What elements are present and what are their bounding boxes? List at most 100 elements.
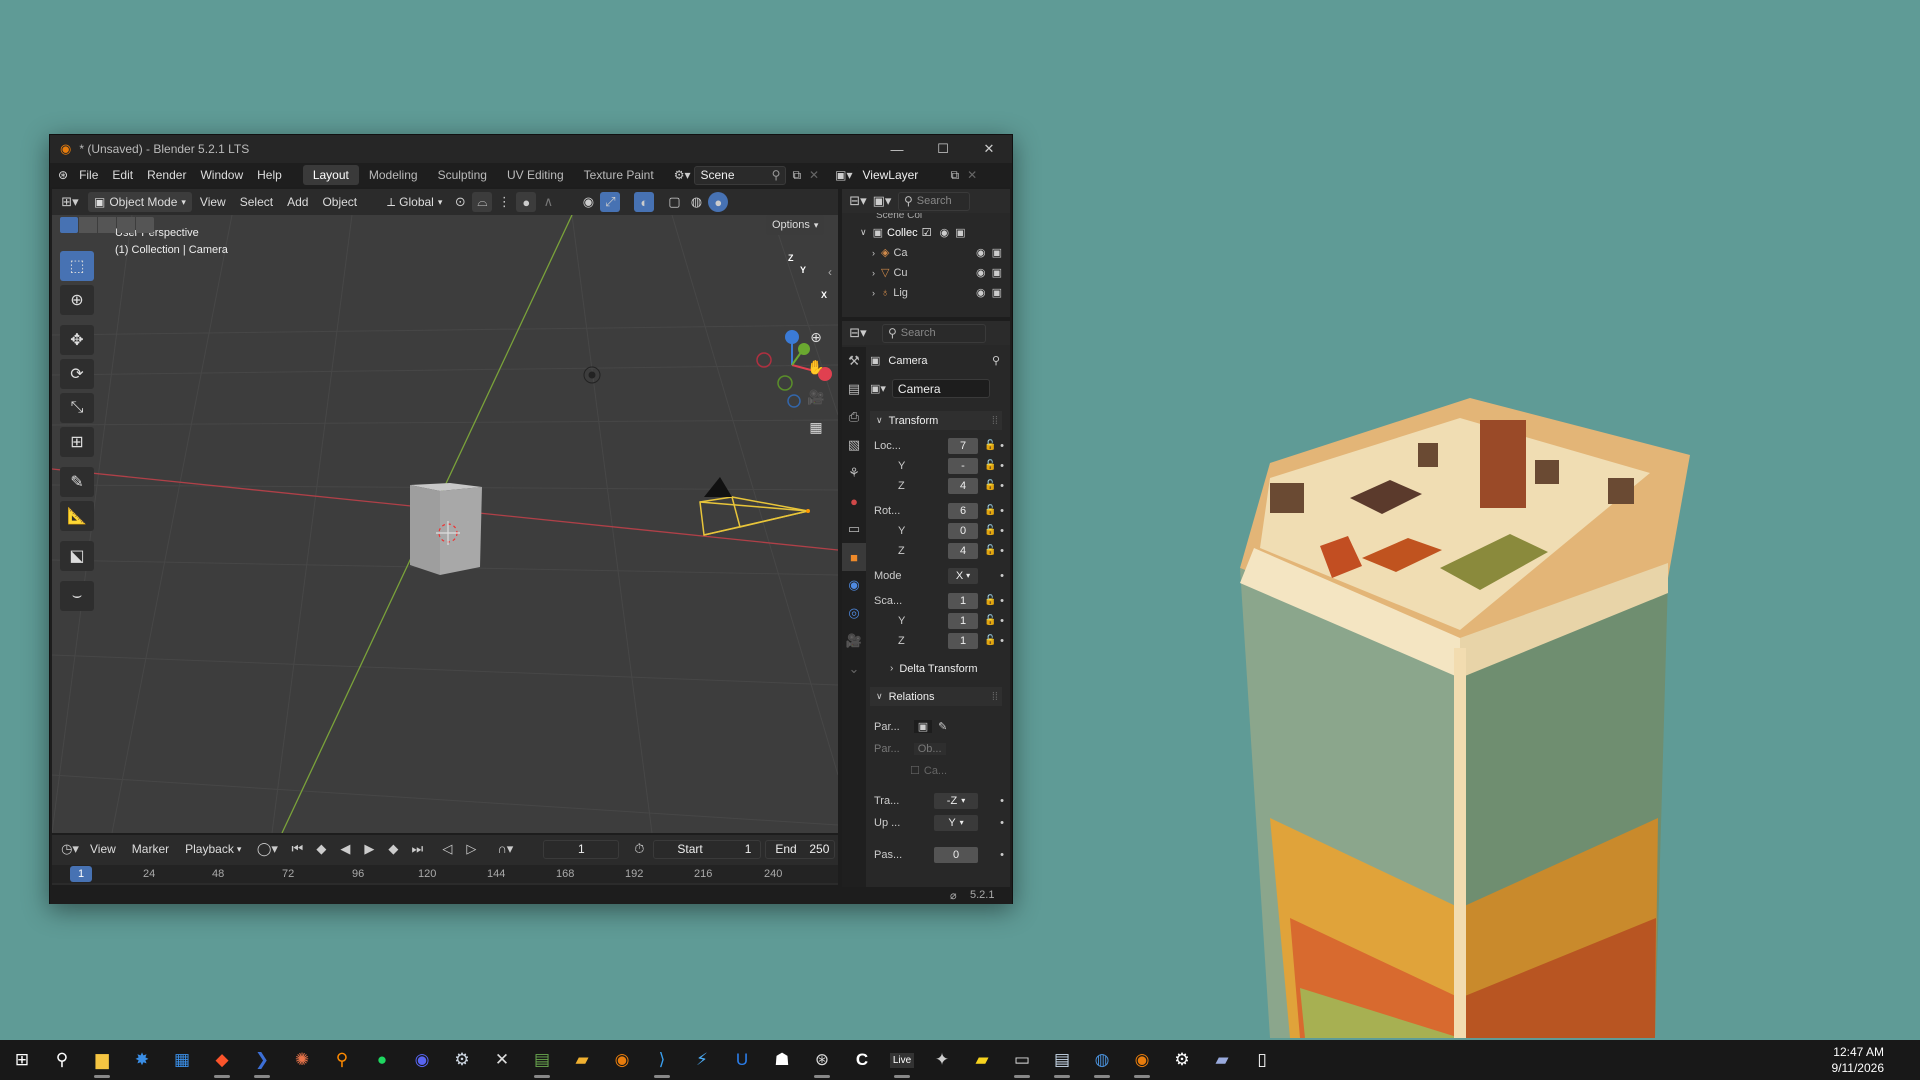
modifier-tab-icon[interactable]: ◉ <box>842 571 866 599</box>
remove-scene-icon[interactable]: ✕ <box>809 168 819 182</box>
pass-index-field[interactable]: 0 <box>934 846 978 863</box>
proportional-edit-icon[interactable]: ● <box>516 192 537 212</box>
taskbar-brave[interactable]: ◆ <box>202 1040 242 1080</box>
track-axis-dropdown[interactable]: -Z ▾ <box>934 792 978 809</box>
annotate-tool[interactable]: ✎ <box>60 467 94 497</box>
keyframe-dot-icon[interactable]: • <box>996 817 1008 829</box>
menu-help[interactable]: Help <box>250 168 289 182</box>
checkbox-icon[interactable]: ☐ <box>910 764 920 777</box>
taskbar-notepad[interactable]: ▯ <box>1242 1040 1282 1080</box>
taskbar-app[interactable]: ✦ <box>922 1040 962 1080</box>
tab-layout[interactable]: Layout <box>302 165 359 185</box>
timeline-menu-view[interactable]: View <box>84 839 122 859</box>
eye-icon[interactable]: ◉ <box>976 286 986 299</box>
wireframe-shading-icon[interactable]: ◍ <box>686 192 706 212</box>
close-button[interactable]: ✕ <box>966 135 1012 163</box>
taskbar-powershell[interactable]: ❯ <box>242 1040 282 1080</box>
lock-icon[interactable]: 🔓 <box>984 525 996 536</box>
taskbar-file-explorer[interactable]: ▆ <box>82 1040 122 1080</box>
taskbar-app[interactable]: ⊛ <box>802 1040 842 1080</box>
visibility-icon[interactable]: ◉ <box>578 192 598 212</box>
physics-tab-icon[interactable]: ◎ <box>842 599 866 627</box>
delta-transform-header[interactable]: › Delta Transform <box>870 659 1008 678</box>
prev-keyframe-icon[interactable]: ◆ <box>311 839 331 859</box>
object-data-row[interactable]: ▣▾ Camera <box>870 379 1008 398</box>
taskbar-spotify[interactable]: ● <box>362 1040 402 1080</box>
select-subtract-icon[interactable] <box>98 217 116 233</box>
lock-icon[interactable]: 🔓 <box>984 615 996 626</box>
lock-icon[interactable]: 🔓 <box>984 595 996 606</box>
tool-tab-icon[interactable]: ⚒ <box>842 347 866 375</box>
current-frame-field[interactable]: 1 <box>543 839 620 859</box>
taskbar-app[interactable]: ▦ <box>162 1040 202 1080</box>
taskbar-blender-2[interactable]: ◉ <box>1122 1040 1162 1080</box>
keyframe-dot-icon[interactable]: • <box>996 440 1008 452</box>
eye-icon[interactable]: ◉ <box>976 246 986 259</box>
snap-icon[interactable]: ⌓ <box>472 192 493 212</box>
taskbar-app[interactable]: ▰ <box>1202 1040 1242 1080</box>
jump-start-icon[interactable]: ⏮ <box>287 839 307 859</box>
taskbar-app[interactable]: ☗ <box>762 1040 802 1080</box>
start-button[interactable]: ⊞ <box>2 1040 42 1080</box>
scene-tab-icon[interactable]: ⚘ <box>842 459 866 487</box>
tab-modeling[interactable]: Modeling <box>359 165 428 185</box>
move-tool[interactable]: ✥ <box>60 325 94 355</box>
location-z-field[interactable]: 4 <box>948 477 978 494</box>
keyframe-dot-icon[interactable]: • <box>996 505 1008 517</box>
viewlayer-field[interactable]: ViewLayer <box>856 165 949 185</box>
menu-render[interactable]: Render <box>140 168 193 182</box>
select-intersect-icon[interactable] <box>136 217 154 233</box>
keyframe-dot-icon[interactable]: • <box>996 595 1008 607</box>
tab-sculpting[interactable]: Sculpting <box>428 165 497 185</box>
frame-ruler[interactable]: 1 24 48 72 96 120 144 168 192 216 240 <box>52 865 838 883</box>
keyframe-dot-icon[interactable]: • <box>996 849 1008 861</box>
timeline-editor-icon[interactable]: ◷▾ <box>60 839 80 859</box>
chevron-right-icon[interactable]: › <box>872 268 875 278</box>
object-name-field[interactable]: Camera <box>891 379 990 398</box>
render-camera-icon[interactable]: ▣ <box>955 226 965 239</box>
lock-icon[interactable]: 🔓 <box>984 545 996 556</box>
chevron-right-icon[interactable]: › <box>872 288 875 298</box>
taskbar-app[interactable]: C <box>842 1040 882 1080</box>
outliner-row-camera[interactable]: › ◈ Ca ◉ ▣ <box>842 243 1008 262</box>
menu-select[interactable]: Select <box>234 192 279 212</box>
object-tab-icon[interactable]: ■ <box>842 543 866 571</box>
rotation-mode-dropdown[interactable]: X ▾ <box>948 567 978 584</box>
taskbar-blender[interactable]: ◉ <box>602 1040 642 1080</box>
keyframe-dot-icon[interactable]: • <box>996 460 1008 472</box>
minimize-button[interactable]: — <box>874 135 920 163</box>
select-new-icon[interactable] <box>60 217 78 233</box>
rotation-y-field[interactable]: 0 <box>948 522 978 539</box>
taskbar-vscode[interactable]: ⟩ <box>642 1040 682 1080</box>
snap-target-icon[interactable]: ⋮ <box>494 192 514 212</box>
scale-tool[interactable]: ⤡ <box>60 393 94 423</box>
timeline-menu-playback[interactable]: Playback ▾ <box>179 839 247 859</box>
checkbox-icon[interactable]: ☑ <box>922 226 932 239</box>
taskbar-search[interactable]: ⚲ <box>42 1040 82 1080</box>
taskbar-app[interactable]: U <box>722 1040 762 1080</box>
lock-icon[interactable]: 🔓 <box>984 635 996 646</box>
outliner-row-light[interactable]: › ♁ Lig ◉ ▣ <box>842 283 1008 302</box>
up-axis-dropdown[interactable]: Y ▾ <box>934 814 978 831</box>
relations-panel-header[interactable]: ∨ Relations ⁞⁞ <box>870 687 1002 706</box>
outliner-row-cube[interactable]: › ▽ Cu ◉ ▣ <box>842 263 1008 282</box>
select-box-tool[interactable]: ⬚ <box>60 251 94 281</box>
scale-z-field[interactable]: 1 <box>948 632 978 649</box>
scene-selector-icon[interactable]: ⚙▾ <box>674 168 691 182</box>
keyframe-dot-icon[interactable]: • <box>996 615 1008 627</box>
falloff-icon[interactable]: ∧ <box>538 192 558 212</box>
pin-icon[interactable]: ⚲ <box>772 168 781 182</box>
rotate-tool[interactable]: ⟳ <box>60 359 94 389</box>
parent-object-icon[interactable]: ▣ <box>913 720 933 733</box>
extra-tool[interactable]: ⌣ <box>60 581 94 611</box>
orientation-dropdown[interactable]: ⟂ Global ▾ <box>381 192 448 212</box>
snapping-icon[interactable]: ∩▾ <box>495 839 515 859</box>
keyframe-dot-icon[interactable]: • <box>996 525 1008 537</box>
next-keyframe-icon[interactable]: ◆ <box>383 839 403 859</box>
transform-panel-header[interactable]: ∨ Transform ⁞⁞ <box>870 411 1002 430</box>
default-cube[interactable] <box>410 483 482 575</box>
outliner-editor-icon[interactable]: ⊟▾ <box>848 191 868 211</box>
render-tab-icon[interactable]: ▤ <box>842 375 866 403</box>
play-reverse-icon[interactable]: ◀ <box>335 839 355 859</box>
menu-view[interactable]: View <box>194 192 232 212</box>
